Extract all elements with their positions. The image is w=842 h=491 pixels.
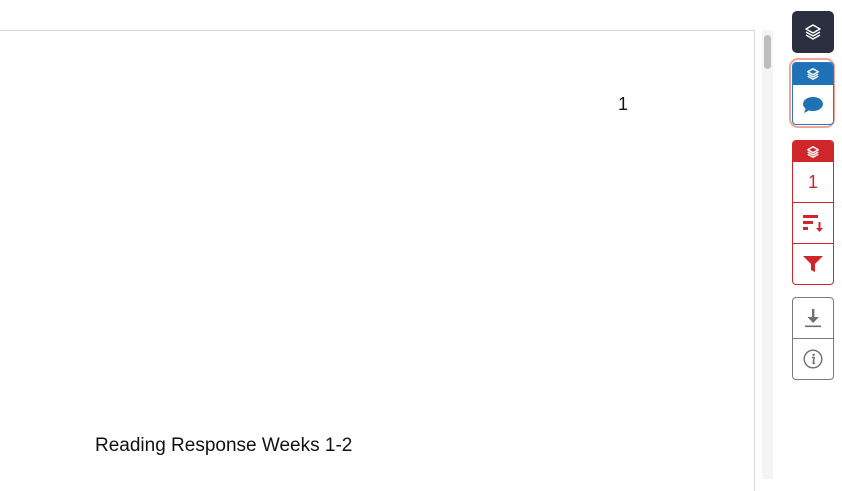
issue-count: 1 [807,171,818,192]
filter-icon [803,256,823,272]
right-toolbar: 1 [785,0,842,479]
issue-count-button[interactable]: 1 [793,162,833,202]
comment-icon [803,97,823,113]
filter-button[interactable] [793,243,833,284]
layers-icon [807,145,819,158]
sort-icon [803,215,823,232]
vertical-scrollbar[interactable] [762,30,773,479]
page-number: 1 [618,94,629,114]
comments-button[interactable] [793,85,833,124]
tools-group [792,297,834,380]
sort-button[interactable] [793,202,833,243]
document-page: 1 Reading Response Weeks 1-2 [0,30,755,491]
document-title: Reading Response Weeks 1-2 [95,435,353,456]
issues-group-header[interactable] [793,141,833,162]
comments-group-header[interactable] [793,63,833,85]
download-icon [805,309,821,328]
info-button[interactable] [793,338,833,379]
layers-icon [805,24,821,40]
info-icon [803,349,823,369]
document-viewer: 1 Reading Response Weeks 1-2 1 [0,0,842,491]
download-button[interactable] [793,298,833,338]
comments-group [792,62,834,125]
layers-icon [807,68,819,80]
issues-group: 1 [792,140,834,285]
layers-button[interactable] [792,11,834,53]
scrollbar-thumb[interactable] [764,35,771,69]
